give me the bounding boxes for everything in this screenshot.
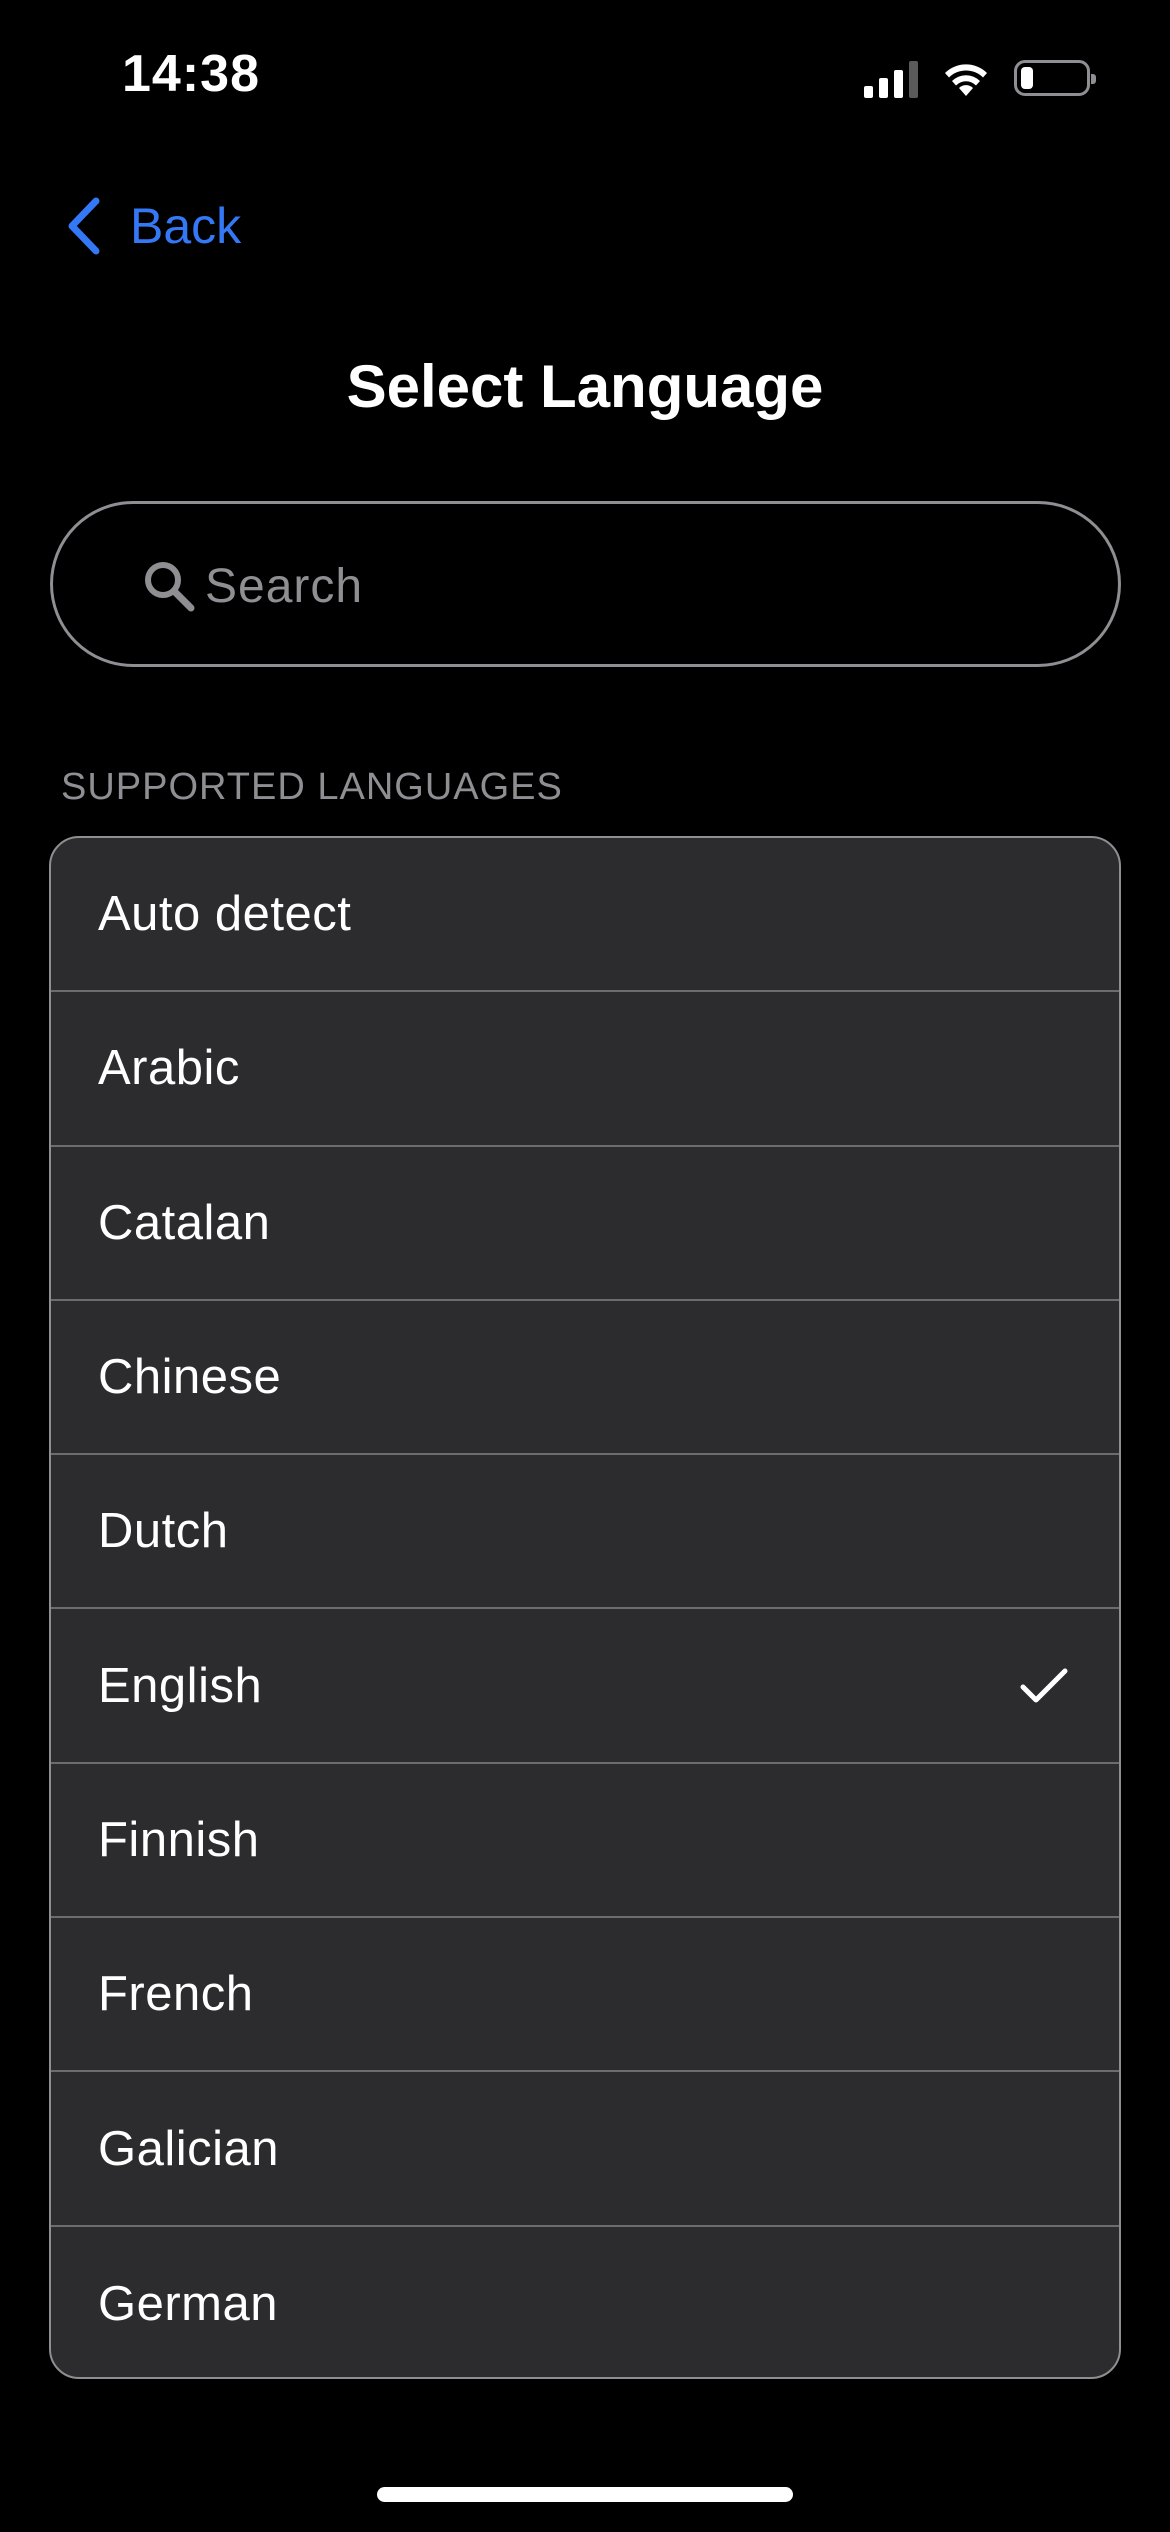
language-label: Arabic bbox=[98, 1041, 240, 1096]
language-selection-screen: 14:38 Back Select Language Search SUPPOR… bbox=[0, 0, 1170, 2532]
language-label: French bbox=[98, 1967, 254, 2022]
chevron-left-icon bbox=[68, 197, 100, 255]
language-label: Chinese bbox=[98, 1350, 282, 1405]
search-icon bbox=[145, 562, 195, 612]
battery-icon bbox=[1014, 60, 1096, 96]
home-indicator[interactable] bbox=[377, 2487, 793, 2502]
checkmark-icon bbox=[1020, 1668, 1068, 1703]
language-label: Galician bbox=[98, 2121, 280, 2176]
language-row[interactable]: Auto detect bbox=[51, 838, 1119, 993]
wifi-icon bbox=[945, 64, 987, 96]
language-label: Dutch bbox=[98, 1504, 229, 1559]
language-row[interactable]: Arabic bbox=[51, 992, 1119, 1147]
language-label: Auto detect bbox=[98, 887, 352, 942]
cellular-signal-icon bbox=[864, 58, 918, 98]
language-row[interactable]: Dutch bbox=[51, 1455, 1119, 1610]
page-title: Select Language bbox=[346, 353, 824, 420]
back-button[interactable]: Back bbox=[64, 190, 241, 262]
search-input[interactable] bbox=[205, 534, 1065, 638]
battery-level bbox=[1021, 67, 1033, 89]
language-list: Auto detect Arabic Catalan Chinese Dutch Engl… bbox=[49, 836, 1121, 2379]
battery-cap bbox=[1091, 74, 1096, 84]
language-label: English bbox=[98, 1658, 263, 1713]
language-row[interactable]: French bbox=[51, 1918, 1119, 2073]
language-row[interactable]: Finnish bbox=[51, 1764, 1119, 1919]
status-icons bbox=[864, 56, 1096, 100]
language-label: Finnish bbox=[98, 1812, 260, 1867]
language-row[interactable]: Catalan bbox=[51, 1147, 1119, 1301]
language-row[interactable]: Galician bbox=[51, 2072, 1119, 2227]
back-label: Back bbox=[130, 198, 242, 254]
language-row[interactable]: Chinese bbox=[51, 1301, 1119, 1456]
language-label: German bbox=[98, 2276, 279, 2331]
status-bar: 14:38 bbox=[0, 0, 1170, 150]
status-time: 14:38 bbox=[122, 45, 260, 103]
section-header: SUPPORTED LANGUAGES bbox=[61, 766, 563, 808]
language-label: Catalan bbox=[98, 1195, 271, 1250]
language-row[interactable]: English bbox=[51, 1609, 1119, 1764]
language-row[interactable]: German bbox=[51, 2227, 1119, 2377]
search-bar[interactable] bbox=[50, 501, 1121, 667]
